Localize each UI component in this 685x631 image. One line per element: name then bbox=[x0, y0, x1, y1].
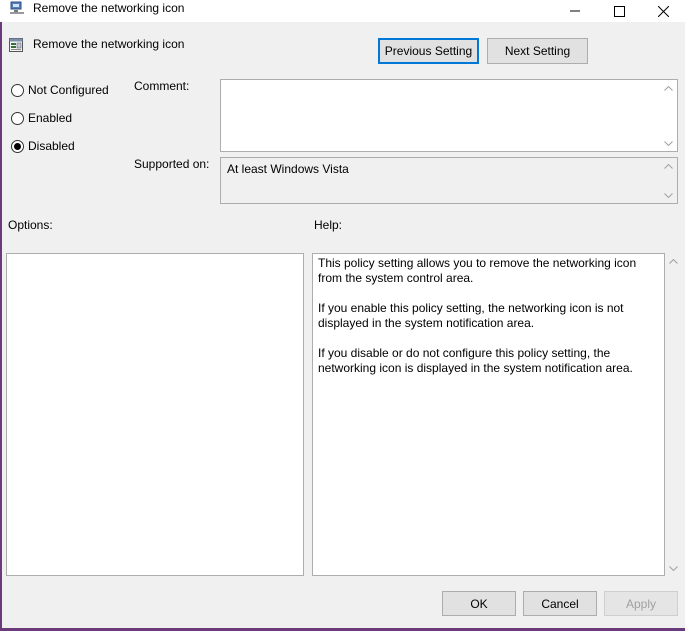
disabled-label: Disabled bbox=[28, 139, 75, 153]
comment-scrollbar[interactable] bbox=[660, 80, 677, 151]
previous-setting-button[interactable]: Previous Setting bbox=[378, 38, 479, 64]
help-paragraph: If you disable or do not configure this … bbox=[318, 346, 633, 375]
supported-on-value: At least Windows Vista bbox=[227, 162, 349, 176]
scroll-down-icon[interactable] bbox=[660, 136, 677, 150]
cancel-button[interactable]: Cancel bbox=[523, 591, 597, 616]
disabled-radio[interactable]: Disabled bbox=[11, 139, 75, 153]
close-icon[interactable] bbox=[640, 0, 685, 22]
scroll-up-icon[interactable] bbox=[660, 81, 677, 95]
apply-button[interactable]: Apply bbox=[604, 591, 678, 616]
supported-on-label: Supported on: bbox=[134, 157, 210, 171]
supported-on-field: At least Windows Vista bbox=[220, 157, 678, 204]
next-setting-button[interactable]: Next Setting bbox=[487, 38, 588, 64]
window-title: Remove the networking icon bbox=[33, 1, 185, 15]
minimize-icon[interactable] bbox=[552, 0, 598, 22]
maximize-icon[interactable] bbox=[596, 0, 642, 22]
help-paragraph: If you enable this policy setting, the n… bbox=[318, 301, 624, 330]
options-label: Options: bbox=[8, 218, 53, 232]
comment-label: Comment: bbox=[134, 79, 190, 93]
scroll-up-icon[interactable] bbox=[665, 254, 682, 268]
help-panel: This policy setting allows you to remove… bbox=[312, 253, 665, 576]
window-frame-left bbox=[0, 22, 2, 631]
scroll-down-icon[interactable] bbox=[665, 561, 682, 575]
not-configured-radio[interactable]: Not Configured bbox=[11, 83, 109, 97]
radio-indicator[interactable] bbox=[11, 111, 24, 125]
ok-button[interactable]: OK bbox=[442, 591, 516, 616]
policy-setting-icon bbox=[8, 37, 24, 53]
help-paragraph: This policy setting allows you to remove… bbox=[318, 256, 637, 285]
radio-indicator[interactable] bbox=[11, 83, 24, 97]
radio-indicator[interactable] bbox=[11, 139, 24, 153]
scroll-down-icon[interactable] bbox=[660, 188, 677, 202]
help-text: This policy setting allows you to remove… bbox=[313, 254, 646, 376]
help-scrollbar[interactable] bbox=[665, 253, 682, 576]
enabled-radio[interactable]: Enabled bbox=[11, 111, 72, 125]
title-bar[interactable]: Remove the networking icon bbox=[0, 0, 685, 22]
options-panel bbox=[6, 253, 304, 576]
supported-scrollbar[interactable] bbox=[660, 158, 677, 203]
enabled-label: Enabled bbox=[28, 111, 73, 125]
scroll-up-icon[interactable] bbox=[660, 159, 677, 173]
network-policy-icon bbox=[9, 1, 25, 15]
policy-name: Remove the networking icon bbox=[33, 37, 185, 51]
not-configured-label: Not Configured bbox=[28, 83, 109, 97]
help-label: Help: bbox=[314, 218, 343, 232]
comment-textarea[interactable] bbox=[220, 79, 678, 152]
